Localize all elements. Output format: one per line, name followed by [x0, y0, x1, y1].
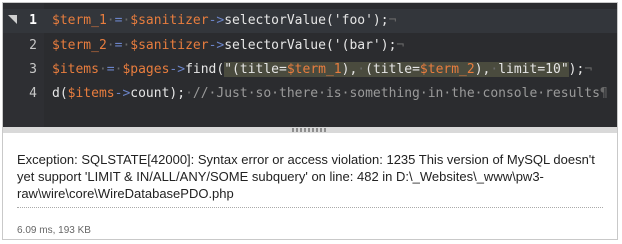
- code-token: ->: [114, 86, 131, 101]
- code-token: $sanitizer: [130, 38, 209, 53]
- code-token: $term_1: [286, 62, 342, 77]
- code-token: find(: [185, 62, 225, 77]
- code-token: selectorValue('foo');: [224, 13, 389, 28]
- code-token: (title=: [365, 62, 420, 77]
- code-token: //·Just·so·there·is·something·in·the·con…: [192, 86, 600, 101]
- console-results: Exception: SQLSTATE[42000]: Syntax error…: [3, 133, 617, 239]
- code-line-1[interactable]: 1 $term_1·=·$sanitizer->selectorValue('f…: [3, 9, 617, 33]
- code-token: ·: [106, 38, 115, 53]
- line-number: 4: [29, 86, 37, 101]
- code-line-2[interactable]: 2 $term_2·=·$sanitizer->selectorValue('(…: [3, 34, 617, 58]
- code-text: $term_2·=·$sanitizer->selectorValue('(ba…: [52, 38, 404, 53]
- code-token: count);: [130, 86, 186, 101]
- drag-handle-icon[interactable]: [292, 128, 328, 132]
- exception-message: Exception: SQLSTATE[42000]: Syntax error…: [17, 152, 595, 201]
- code-token: ->: [208, 13, 225, 28]
- code-token: ¬: [584, 62, 593, 77]
- code-token: ->: [169, 62, 186, 77]
- code-token: $term_2: [419, 62, 475, 77]
- code-text: $term_1·=·$sanitizer->selectorValue('foo…: [52, 13, 396, 28]
- code-text: d($items->count);·//·Just·so·there·is·so…: [52, 86, 608, 101]
- code-token: $items: [67, 86, 115, 101]
- code-token: d(: [52, 86, 68, 101]
- code-token: );: [568, 62, 585, 77]
- divider: [17, 207, 603, 208]
- code-line-3[interactable]: 3 $items·=·$pages->find("(title=$term_1)…: [3, 58, 617, 82]
- code-editor[interactable]: 1 $term_1·=·$sanitizer->selectorValue('f…: [3, 3, 617, 127]
- code-text: $items·=·$pages->find("(title=$term_1),·…: [52, 62, 592, 77]
- code-token: =: [106, 62, 115, 77]
- code-token: ·: [185, 86, 193, 101]
- code-token: selectorValue('(bar');: [224, 38, 397, 53]
- code-token: $pages: [122, 62, 170, 77]
- line-number: 3: [29, 62, 37, 77]
- code-token: $term_1: [52, 13, 107, 28]
- code-token: ·: [106, 13, 115, 28]
- code-line-4[interactable]: 4 d($items->count);·//·Just·so·there·is·…: [3, 82, 617, 106]
- code-token: ¬: [388, 13, 397, 28]
- code-token: "(title=: [224, 62, 287, 77]
- code-token: $sanitizer: [130, 13, 209, 28]
- code-token: ·: [98, 62, 107, 77]
- code-token: ),: [341, 62, 358, 77]
- tracy-console-panel: 1 $term_1·=·$sanitizer->selectorValue('f…: [2, 2, 618, 240]
- line-number: 1: [29, 13, 37, 28]
- execution-stats: 6.09 ms, 193 KB: [17, 225, 91, 236]
- code-token: $term_2: [52, 38, 107, 53]
- line-number: 2: [29, 38, 37, 53]
- code-token: ¬: [396, 38, 405, 53]
- code-token: ->: [208, 38, 225, 53]
- code-token: limit=10": [498, 62, 569, 77]
- code-token: $items: [52, 62, 99, 77]
- code-token: ¶: [599, 86, 608, 101]
- code-token: ·: [357, 62, 366, 77]
- code-token: ),: [474, 62, 491, 77]
